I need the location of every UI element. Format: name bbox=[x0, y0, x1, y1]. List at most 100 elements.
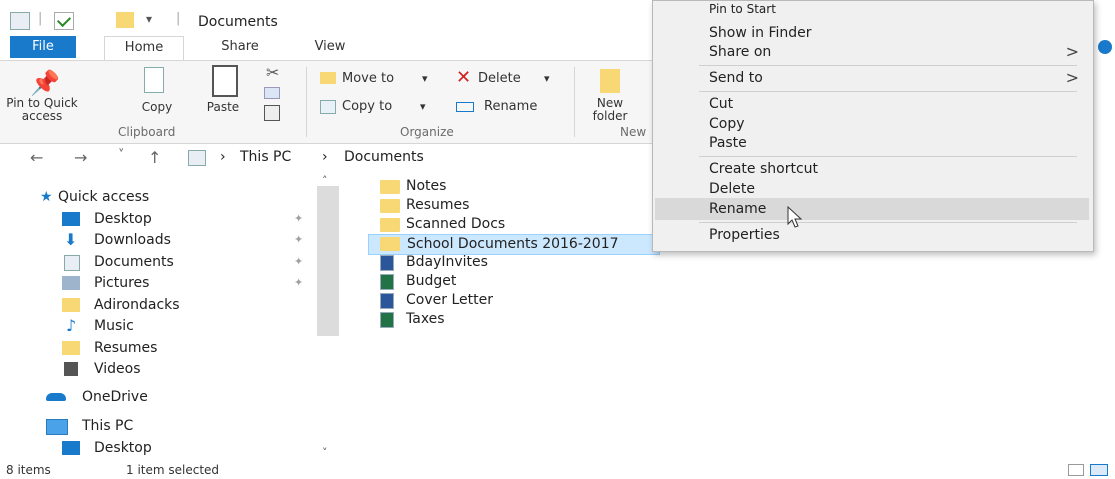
copy-path-icon[interactable] bbox=[264, 87, 280, 99]
list-item-selected[interactable]: School Documents 2016-2017 bbox=[368, 234, 660, 255]
list-item[interactable]: Resumes bbox=[380, 196, 650, 215]
paste-shortcut-icon[interactable] bbox=[264, 105, 280, 121]
cut-icon[interactable]: ✂ bbox=[266, 63, 279, 82]
nav-item-onedrive[interactable]: OneDrive bbox=[46, 387, 312, 407]
folder-icon bbox=[62, 298, 80, 312]
download-arrow-icon: ⬇ bbox=[64, 230, 78, 249]
menu-item-paste[interactable]: Paste bbox=[709, 133, 747, 153]
qa-separator-2: | bbox=[176, 11, 181, 26]
pin-icon: ✦ bbox=[294, 276, 304, 289]
nav-item-music[interactable]: ♪ Music bbox=[62, 316, 312, 336]
menu-item-show-in-finder[interactable]: Show in Finder bbox=[709, 23, 812, 43]
pictures-icon bbox=[62, 276, 80, 290]
window-icon[interactable] bbox=[10, 12, 30, 30]
nav-item-this-pc[interactable]: This PC bbox=[46, 416, 312, 436]
new-group-label: New bbox=[620, 125, 647, 139]
menu-item-send-to[interactable]: Send to > bbox=[709, 68, 1079, 88]
pin-icon: ✦ bbox=[294, 212, 304, 225]
breadcrumb-this-pc[interactable]: This PC bbox=[240, 149, 291, 165]
list-item[interactable]: Scanned Docs bbox=[380, 215, 650, 234]
nav-item-resumes[interactable]: Resumes bbox=[62, 338, 312, 358]
folder-icon bbox=[380, 218, 400, 232]
delete-x-icon: ✕ bbox=[456, 67, 472, 88]
scrollbar-thumb[interactable] bbox=[317, 186, 339, 336]
list-item[interactable]: BdayInvites bbox=[380, 253, 650, 272]
pin-to-quick-access-label: Pin to Quick access bbox=[6, 96, 78, 123]
move-to-button[interactable]: Move to ▾ bbox=[320, 69, 440, 89]
pin-to-quick-access-button[interactable]: 📌 Pin to Quick access bbox=[4, 65, 80, 123]
nav-item-desktop[interactable]: Desktop ✦ bbox=[62, 209, 312, 229]
context-menu: Pin to Start Show in Finder Share on > S… bbox=[652, 0, 1094, 252]
nav-item-quick-access[interactable]: ★ Quick access bbox=[40, 187, 310, 207]
menu-item-share-on[interactable]: Share on > bbox=[709, 42, 1079, 62]
nav-item-label: Downloads bbox=[94, 232, 171, 248]
tab-home[interactable]: Home bbox=[104, 36, 184, 61]
new-folder-qa-icon[interactable] bbox=[116, 12, 134, 28]
nav-item-desktop-pc[interactable]: Desktop bbox=[62, 438, 312, 458]
help-icon[interactable] bbox=[1098, 40, 1112, 54]
nav-item-documents[interactable]: Documents ✦ bbox=[62, 252, 312, 272]
menu-item-copy[interactable]: Copy bbox=[709, 114, 745, 134]
nav-item-label: Documents bbox=[94, 254, 174, 270]
folder-icon bbox=[380, 199, 400, 213]
music-note-icon: ♪ bbox=[66, 316, 77, 335]
breadcrumb-separator-2[interactable]: › bbox=[322, 149, 328, 165]
nav-item-label: OneDrive bbox=[82, 389, 148, 405]
properties-icon[interactable] bbox=[54, 12, 74, 30]
paste-label: Paste bbox=[206, 100, 240, 114]
file-list: Notes Resumes Scanned Docs School Docume… bbox=[360, 172, 660, 352]
ribbon-separator-2 bbox=[574, 67, 575, 137]
list-item[interactable]: Cover Letter bbox=[380, 291, 650, 310]
folder-icon bbox=[62, 341, 80, 355]
file-name: Notes bbox=[406, 178, 447, 194]
copy-to-dropdown-icon: ▾ bbox=[420, 100, 426, 113]
nav-item-videos[interactable]: Videos bbox=[62, 359, 312, 379]
up-arrow-icon[interactable]: ↑ bbox=[148, 148, 161, 167]
delete-button[interactable]: ✕ Delete ▾ bbox=[452, 67, 562, 89]
menu-item-properties[interactable]: Properties bbox=[709, 225, 780, 245]
nav-item-pictures[interactable]: Pictures ✦ bbox=[62, 273, 312, 293]
folder-icon bbox=[380, 180, 400, 194]
nav-item-downloads[interactable]: ⬇ Downloads ✦ bbox=[62, 230, 312, 250]
menu-item-cut[interactable]: Cut bbox=[709, 94, 733, 114]
recent-locations-icon[interactable]: ˅ bbox=[118, 148, 125, 163]
title-bar: | ▾ | Documents bbox=[0, 0, 660, 36]
menu-item-delete[interactable]: Delete bbox=[709, 179, 755, 199]
menu-item-rename[interactable]: Rename bbox=[709, 199, 766, 219]
mouse-cursor-icon bbox=[787, 206, 803, 228]
nav-item-adirondacks[interactable]: Adirondacks bbox=[62, 295, 312, 315]
menu-item-pin-to-start[interactable]: Pin to Start bbox=[709, 2, 776, 16]
copy-to-button[interactable]: Copy to ▾ bbox=[320, 97, 440, 117]
tab-file[interactable]: File bbox=[10, 36, 76, 58]
excel-doc-icon bbox=[380, 274, 394, 290]
item-count: 8 items bbox=[6, 463, 51, 477]
menu-item-create-shortcut[interactable]: Create shortcut bbox=[709, 159, 818, 179]
breadcrumb-separator[interactable]: › bbox=[220, 149, 226, 165]
tab-share[interactable]: Share bbox=[210, 36, 270, 58]
forward-arrow-icon[interactable]: → bbox=[74, 148, 87, 167]
qa-customize-icon[interactable]: ▾ bbox=[146, 12, 152, 26]
large-icons-view-icon[interactable] bbox=[1090, 464, 1108, 476]
nav-item-label: Quick access bbox=[58, 189, 150, 205]
list-item[interactable]: Taxes bbox=[380, 310, 650, 329]
scroll-down-icon[interactable]: ˅ bbox=[322, 446, 328, 459]
list-item[interactable]: Budget bbox=[380, 272, 650, 291]
file-name: School Documents 2016-2017 bbox=[407, 236, 619, 252]
copy-to-label: Copy to bbox=[342, 99, 393, 114]
paste-button[interactable]: Paste bbox=[198, 63, 248, 123]
rename-button[interactable]: Rename bbox=[454, 97, 564, 117]
tab-view[interactable]: View bbox=[300, 36, 360, 58]
new-folder-button[interactable]: New folder bbox=[582, 65, 638, 123]
copy-button[interactable]: Copy bbox=[134, 65, 180, 123]
back-arrow-icon[interactable]: ← bbox=[30, 148, 43, 167]
nav-item-label: This PC bbox=[82, 418, 134, 434]
list-item[interactable]: Notes bbox=[380, 177, 650, 196]
nav-item-label: Desktop bbox=[94, 440, 152, 456]
window-title: Documents bbox=[198, 14, 278, 30]
details-view-icon[interactable] bbox=[1068, 464, 1084, 476]
breadcrumb-documents[interactable]: Documents bbox=[344, 149, 424, 165]
delete-label: Delete bbox=[478, 71, 521, 86]
menu-separator bbox=[699, 65, 1077, 66]
menu-item-label: Send to bbox=[709, 70, 763, 86]
cloud-icon bbox=[46, 393, 66, 401]
